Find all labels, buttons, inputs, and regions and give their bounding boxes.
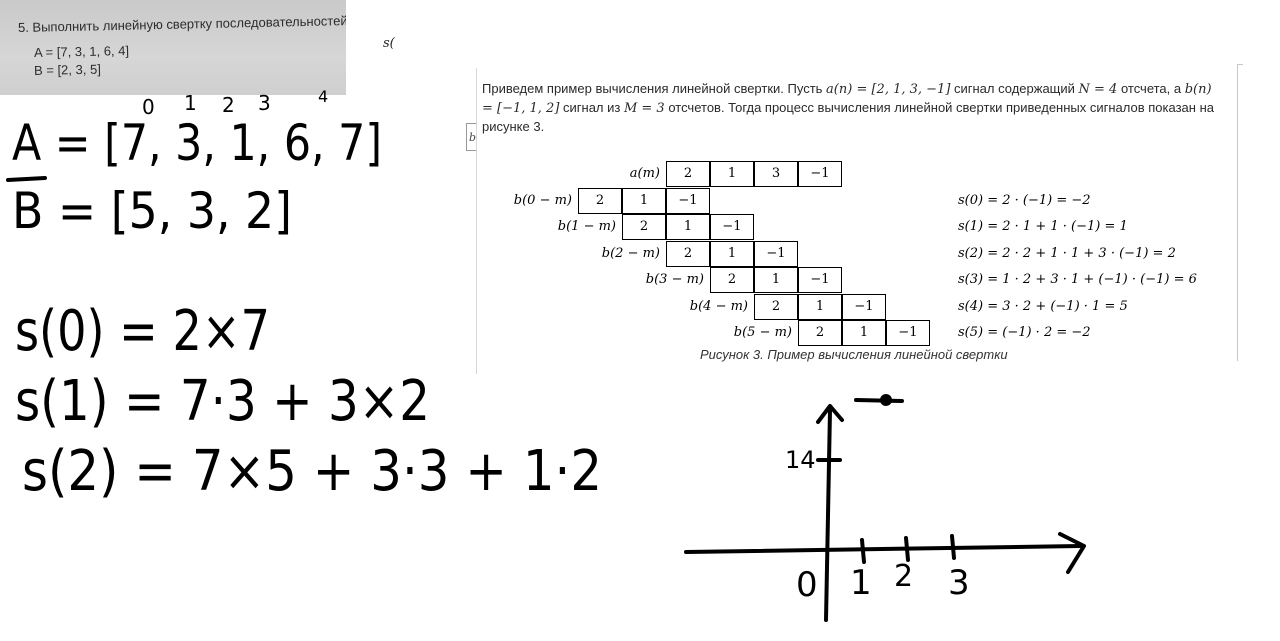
hw-overline-b xyxy=(6,176,47,182)
hw-line-b: B = [5, 3, 2] xyxy=(12,182,292,240)
handwriting-layer: 0 1 2 3 4 A = [7, 3, 1, 6, 7] B = [5, 3,… xyxy=(6,87,1086,622)
hw-index-1: 1 xyxy=(184,91,197,115)
hw-x-label-2: 2 xyxy=(894,559,913,594)
hw-s1: s(1) = 7·3 + 3×2 xyxy=(15,369,430,434)
hw-x-label-3: 3 xyxy=(948,563,970,603)
hw-y-label: 14 xyxy=(785,446,816,474)
hw-line-a: A = [7, 3, 1, 6, 7] xyxy=(12,114,382,172)
hw-x-label-0: 0 xyxy=(796,565,818,605)
hw-point xyxy=(880,394,892,406)
hw-x-arrow xyxy=(1058,532,1086,574)
hw-x-label-1: 1 xyxy=(850,563,872,603)
hw-s2: s(2) = 7×5 + 3·3 + 1·2 xyxy=(22,439,602,504)
hw-x-axis xyxy=(684,544,1082,554)
hw-s0: s(0) = 2×7 xyxy=(15,299,270,364)
hw-index-4: 4 xyxy=(318,87,328,106)
hw-y-axis xyxy=(824,408,832,622)
handwriting-strokes: 0 1 2 3 4 A = [7, 3, 1, 6, 7] B = [5, 3,… xyxy=(6,87,1086,622)
hw-index-3: 3 xyxy=(258,91,271,115)
hw-point-dash xyxy=(854,398,904,403)
